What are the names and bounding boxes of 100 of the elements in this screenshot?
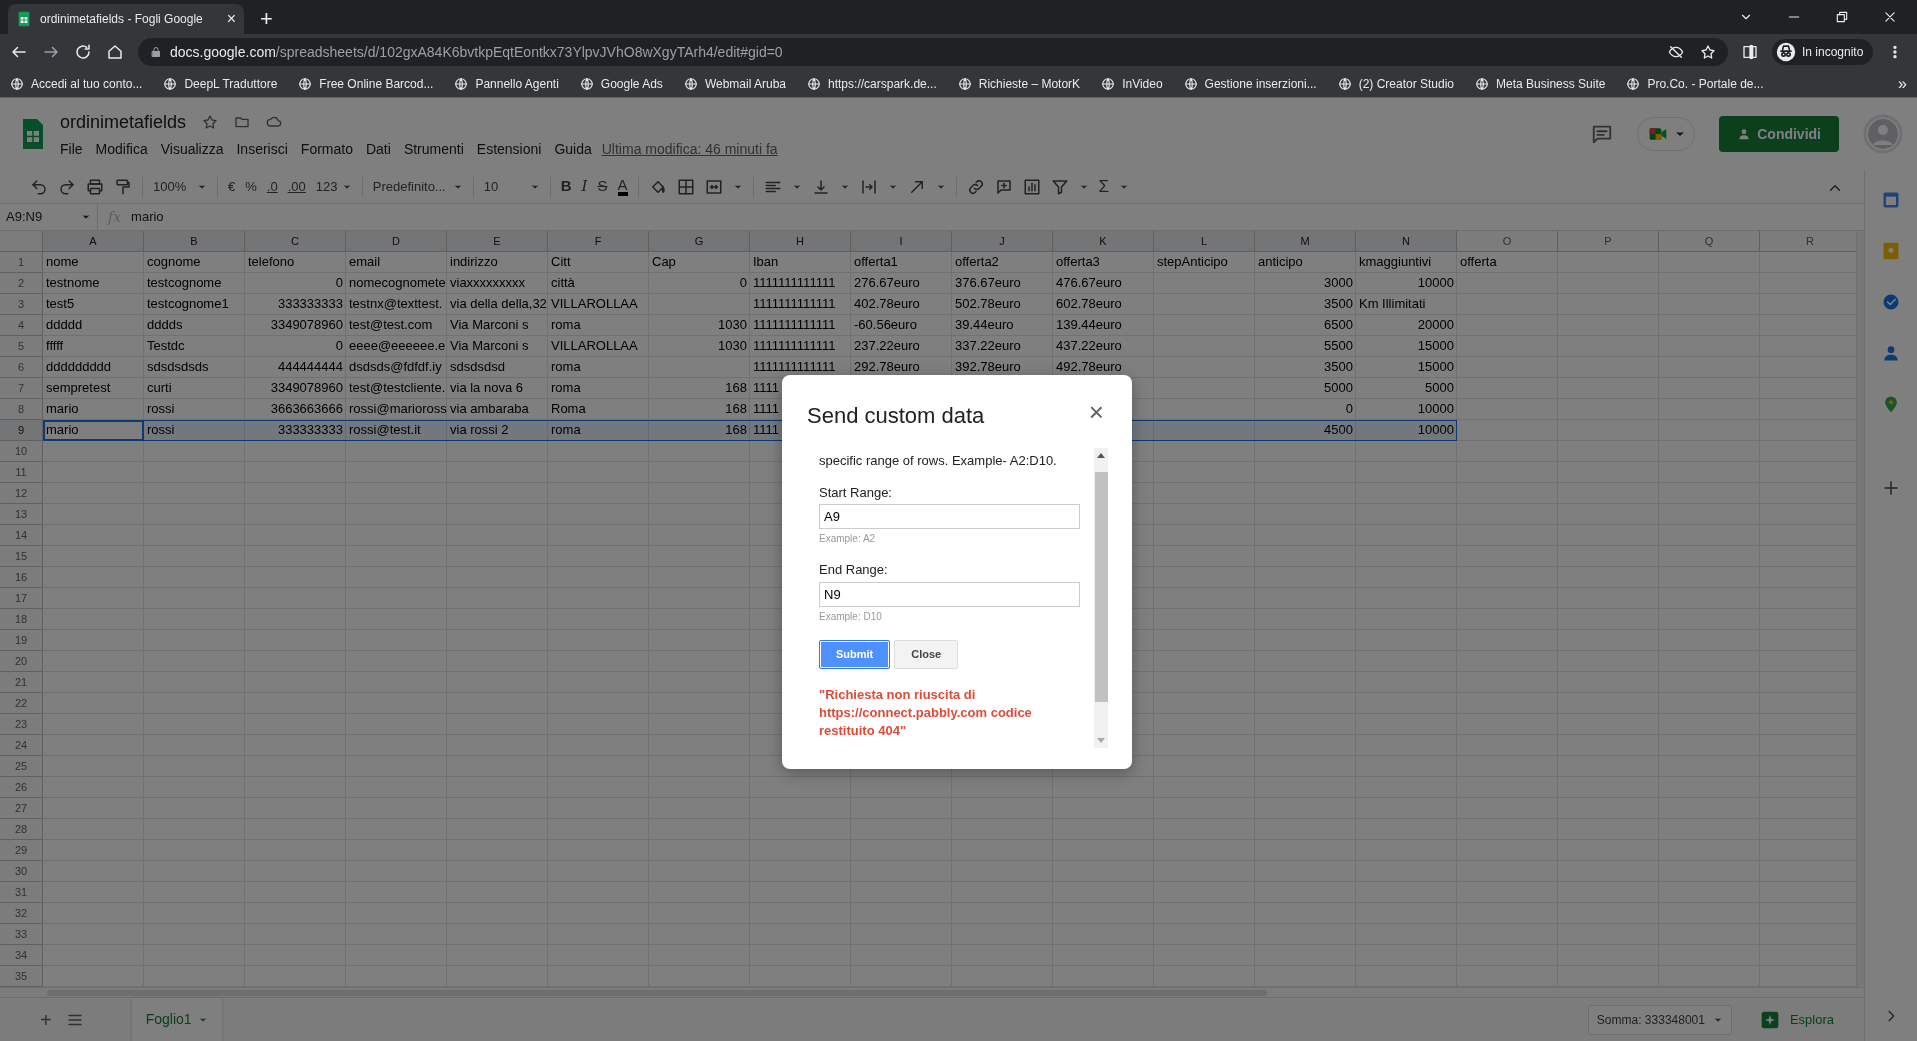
column-header[interactable]: J [952,230,1053,252]
tasks-icon[interactable] [1881,292,1901,312]
row-header[interactable]: 34 [0,944,43,966]
column-header[interactable]: L [1154,230,1255,252]
row-header[interactable]: 7 [0,377,43,399]
print-icon[interactable] [86,177,104,196]
scrollbar[interactable] [1856,230,1864,987]
bookmark[interactable]: (2) Creator Studio [1337,74,1455,93]
chart-icon[interactable] [1022,177,1041,196]
document-title[interactable]: ordinimetafields [60,108,187,136]
input-field[interactable]: N9 [819,581,1080,607]
link-icon[interactable] [966,177,985,196]
bold-button[interactable]: B [560,175,572,198]
menu-item[interactable]: Modifica [95,138,148,160]
menu-item[interactable]: Guida [554,138,592,160]
add-sheet-button[interactable]: + [40,1009,52,1030]
column-header[interactable]: H [750,230,851,252]
new-tab-button[interactable]: + [260,8,273,30]
table-cell[interactable]: mario [43,419,144,441]
bookmark[interactable]: Accedi al tuo conto... [10,74,143,93]
column-header[interactable]: O [1457,230,1558,252]
submit-button[interactable]: Submit [819,639,891,669]
row-header[interactable]: 18 [0,608,43,630]
row-header[interactable]: 26 [0,776,43,798]
side-panel-icon[interactable] [1742,44,1758,60]
scrollbar[interactable] [1094,448,1108,748]
column-header[interactable]: C [245,230,346,252]
cloud-icon[interactable] [266,114,283,130]
row-header[interactable]: 12 [0,482,43,504]
row-header[interactable]: 31 [0,881,43,903]
filter-icon[interactable] [1050,177,1069,196]
row-header[interactable]: 35 [0,965,43,987]
bookmark[interactable]: InVideo [1101,74,1163,93]
column-header[interactable]: P [1558,230,1659,252]
font-size-dropdown[interactable]: 10 [483,177,540,197]
strikethrough-button[interactable]: S [597,175,608,198]
explore-button[interactable]: Esplora [1745,1009,1854,1030]
menu-item[interactable]: Dati [365,138,391,160]
row-header[interactable]: 20 [0,650,43,672]
more-bookmarks-button[interactable]: » [1898,75,1907,92]
percent-button[interactable]: % [245,177,257,197]
font-dropdown[interactable]: Predefinito... [372,177,463,197]
star-icon[interactable] [1700,44,1716,60]
name-box[interactable]: A9:N9 [0,204,98,230]
number-format-dropdown[interactable]: 123 [315,177,352,197]
column-header[interactable]: A [43,230,144,252]
merge-cells-icon[interactable] [704,177,723,196]
comment-icon[interactable] [1591,123,1614,145]
currency-button[interactable]: € [228,177,236,197]
bookmark[interactable]: Google Ads [579,74,663,93]
text-color-button[interactable]: A [617,177,628,197]
row-header[interactable]: 16 [0,566,43,588]
row-header[interactable]: 28 [0,818,43,840]
row-header[interactable]: 8 [0,398,43,420]
formula-input[interactable]: mario [131,207,164,227]
menu-item[interactable]: Inserisci [236,138,288,160]
paint-format-icon[interactable] [114,177,132,196]
address-bar[interactable]: docs.google.com/spreadsheets/d/102gxA84K6bvtkpEqtEontkx73YlpvJVhO8wXgyTArh4/edit#gid=0 [138,38,1728,66]
row-header[interactable]: 13 [0,503,43,525]
row-header[interactable]: 5 [0,335,43,357]
row-header[interactable]: 19 [0,629,43,651]
column-header[interactable]: Q [1659,230,1760,252]
column-header[interactable]: G [649,230,750,252]
row-header[interactable]: 22 [0,692,43,714]
redo-icon[interactable] [58,177,76,196]
close-icon[interactable] [1883,10,1897,24]
menu-item[interactable]: Strumenti [403,138,464,160]
restore-icon[interactable] [1835,10,1849,24]
zoom-dropdown[interactable]: 100% [153,177,207,197]
menu-item[interactable]: Estensioni [476,138,542,160]
column-header[interactable]: M [1255,230,1356,252]
column-header[interactable]: E [447,230,548,252]
bookmark[interactable]: Richieste – MotorK [957,74,1081,93]
row-header[interactable]: 3 [0,293,43,315]
share-button[interactable]: Condividi [1719,116,1839,152]
row-header[interactable]: 2 [0,272,43,294]
input-field[interactable]: A9 [819,504,1080,529]
row-header[interactable]: 21 [0,671,43,693]
folder-icon[interactable] [234,114,251,130]
eye-off-icon[interactable] [1668,44,1684,60]
last-edit-link[interactable]: Ultima modifica: 46 minuti fa [601,138,778,160]
menu-item[interactable]: File [60,138,83,160]
bookmark[interactable]: Meta Business Suite [1475,74,1606,93]
comment-add-icon[interactable] [994,177,1013,196]
undo-icon[interactable] [30,177,48,196]
row-header[interactable]: 6 [0,356,43,378]
person-icon[interactable] [1881,343,1901,363]
menu-item[interactable]: Visualizza [160,138,224,160]
browser-tab[interactable]: ordinimetafields - Fogli Google × [8,4,244,34]
bookmark[interactable]: Gestione inserzioni... [1183,74,1317,93]
bookmark[interactable]: Pro.Co. - Portale de... [1626,74,1764,93]
column-header[interactable]: D [346,230,447,252]
sum-dropdown[interactable]: Somma: 333348001 [1587,1004,1732,1035]
increase-decimals-button[interactable]: .00 [287,177,306,197]
row-header[interactable]: 25 [0,755,43,777]
row-header[interactable]: 11 [0,461,43,483]
borders-icon[interactable] [676,177,695,196]
add-icon[interactable] [1882,478,1900,497]
row-header[interactable]: 17 [0,587,43,609]
row-header[interactable]: 4 [0,314,43,336]
